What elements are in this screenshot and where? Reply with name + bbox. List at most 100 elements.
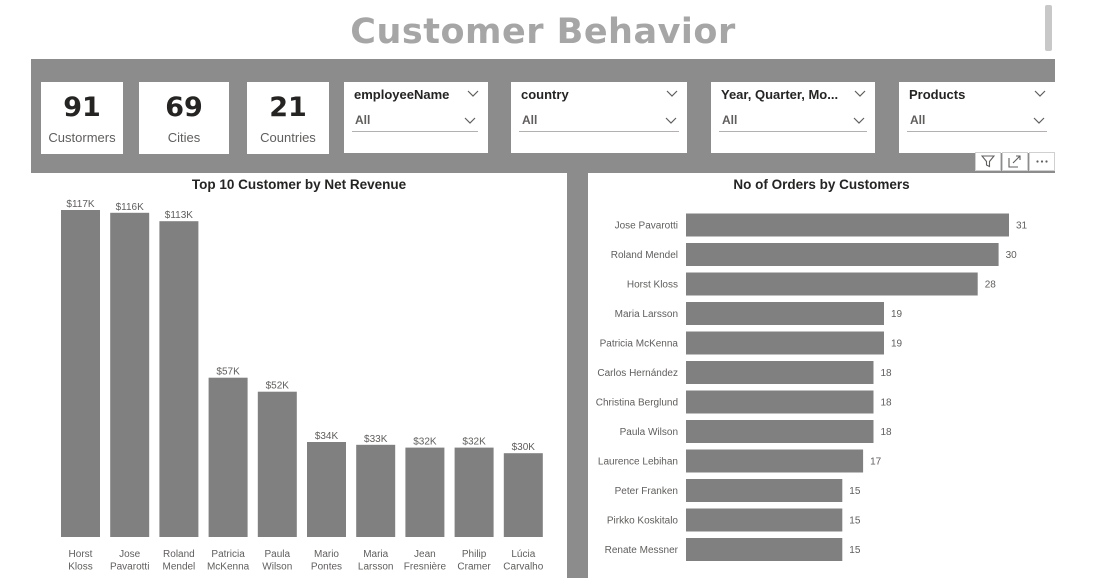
data-label: 18 <box>881 398 893 409</box>
category-label-line: Patricia <box>211 549 245 560</box>
slicer-dropdown[interactable]: All <box>352 108 478 132</box>
chevron-down-icon[interactable] <box>854 87 866 99</box>
data-label: $113K <box>165 210 194 221</box>
kpi-value: 21 <box>269 92 307 123</box>
header-band <box>31 59 1055 81</box>
orders-chart-panel: No of Orders by Customers Jose Pavarotti… <box>588 173 1055 578</box>
orders-bar <box>686 508 843 532</box>
slicer-title: country <box>521 87 569 102</box>
data-label: 31 <box>1016 221 1028 232</box>
orders-bar <box>686 361 874 384</box>
category-label-line: Horst <box>69 549 93 560</box>
revenue-bar <box>356 444 396 537</box>
data-label: $30K <box>512 442 536 453</box>
category-label: Christina Berglund <box>596 398 678 409</box>
category-label-line: Pontes <box>311 562 342 573</box>
chevron-down-icon[interactable] <box>464 114 476 126</box>
slicer-value: All <box>722 113 738 127</box>
title-bar: Customer Behavior <box>31 0 1055 59</box>
data-label: 28 <box>985 280 997 291</box>
revenue-bar <box>405 447 445 537</box>
category-label: Paula Wilson <box>262 549 292 573</box>
data-label: 19 <box>891 339 903 350</box>
canvas: Customer Behavior 91 Custormers 69 Citie… <box>0 0 1094 578</box>
category-label: Peter Franken <box>615 486 678 497</box>
vertical-scrollbar[interactable] <box>1045 5 1052 51</box>
data-label: $34K <box>315 431 339 442</box>
chevron-down-icon[interactable] <box>467 87 479 99</box>
data-label: 15 <box>849 516 861 527</box>
revenue-bar <box>61 210 100 537</box>
category-label: Lúcia Carvalho <box>503 549 543 573</box>
category-label: Philip Cramer <box>457 549 491 573</box>
category-label-line: Wilson <box>262 562 292 573</box>
revenue-bar <box>454 447 494 537</box>
category-label-line: Lúcia <box>511 549 535 560</box>
category-label: Horst Kloss <box>627 280 678 291</box>
visual-header <box>975 152 1055 171</box>
category-label: Roland Mendel <box>162 549 195 573</box>
page-title: Customer Behavior <box>350 12 736 52</box>
slicer-value: All <box>355 113 371 127</box>
more-options-button[interactable] <box>1029 152 1055 171</box>
chevron-down-icon[interactable] <box>666 87 678 99</box>
category-label: Pirkko Koskitalo <box>607 516 679 527</box>
orders-bar-chart: Jose Pavarotti 31 Roland Mendel 30 Horst Klo… <box>596 213 1028 561</box>
category-label-line: Pavarotti <box>110 562 149 573</box>
slicer-date-hierarchy[interactable]: Year, Quarter, Mo... All <box>711 82 875 153</box>
data-label: 18 <box>881 368 893 379</box>
category-label: Roland Mendel <box>611 250 678 261</box>
slicer-title: Year, Quarter, Mo... <box>721 87 839 102</box>
data-label: $117K <box>66 199 95 210</box>
orders-bar <box>686 243 999 266</box>
slicer-dropdown[interactable]: All <box>719 108 867 132</box>
data-label: $32K <box>413 437 437 448</box>
category-label: Carlos Hernández <box>597 368 678 379</box>
focus-mode-button[interactable] <box>1002 152 1028 171</box>
more-options-icon <box>1036 160 1048 163</box>
chevron-down-icon[interactable] <box>1034 87 1046 99</box>
category-label-line: McKenna <box>207 562 250 573</box>
chevron-down-icon[interactable] <box>665 114 677 126</box>
orders-bar <box>686 538 843 561</box>
slicer-country[interactable]: country All <box>511 82 687 153</box>
category-label-line: Roland <box>163 549 195 560</box>
category-label-line: Maria <box>363 549 388 560</box>
data-label: $116K <box>116 202 145 213</box>
chevron-down-icon[interactable] <box>1033 114 1045 126</box>
chevron-down-icon[interactable] <box>853 114 865 126</box>
data-label: $32K <box>462 437 486 448</box>
data-label: $33K <box>364 434 388 445</box>
category-label: Maria Larsson <box>358 549 394 573</box>
revenue-bar-chart: $117K Horst Kloss $116K Jose Pavarotti $113K Ro… <box>61 199 544 573</box>
kpi-label: Countries <box>260 130 316 145</box>
orders-bar <box>686 213 1009 237</box>
kpi-label: Cities <box>167 130 201 145</box>
revenue-bar <box>208 377 248 537</box>
slicer-value: All <box>910 113 926 127</box>
kpi-card-countries: 21 Countries <box>247 82 329 154</box>
category-label-line: Larsson <box>358 562 394 573</box>
slicer-title: Products <box>909 87 966 102</box>
slicer-value: All <box>522 113 538 127</box>
revenue-bar <box>257 391 297 537</box>
kpi-label: Custormers <box>48 130 116 145</box>
orders-bar <box>686 420 874 443</box>
category-label: Jose Pavarotti <box>110 549 149 573</box>
data-label: 17 <box>870 457 882 468</box>
kpi-card-cities: 69 Cities <box>139 82 229 154</box>
filter-button[interactable] <box>975 152 1001 171</box>
category-label: Renate Messner <box>605 545 679 556</box>
category-label: Patricia McKenna <box>207 549 250 573</box>
data-label: 15 <box>849 486 861 497</box>
slicer-dropdown[interactable]: All <box>907 108 1047 132</box>
revenue-bar <box>503 453 543 537</box>
category-label-line: Cramer <box>457 562 491 573</box>
kpi-card-customers: 91 Custormers <box>41 82 123 154</box>
category-label-line: Jean <box>414 549 436 560</box>
slicer-dropdown[interactable]: All <box>519 108 679 132</box>
slicer-products[interactable]: Products All <box>899 82 1055 153</box>
data-label: 15 <box>849 545 861 556</box>
category-label-line: Carvalho <box>503 562 543 573</box>
slicer-employee-name[interactable]: employeeName All <box>344 82 488 153</box>
